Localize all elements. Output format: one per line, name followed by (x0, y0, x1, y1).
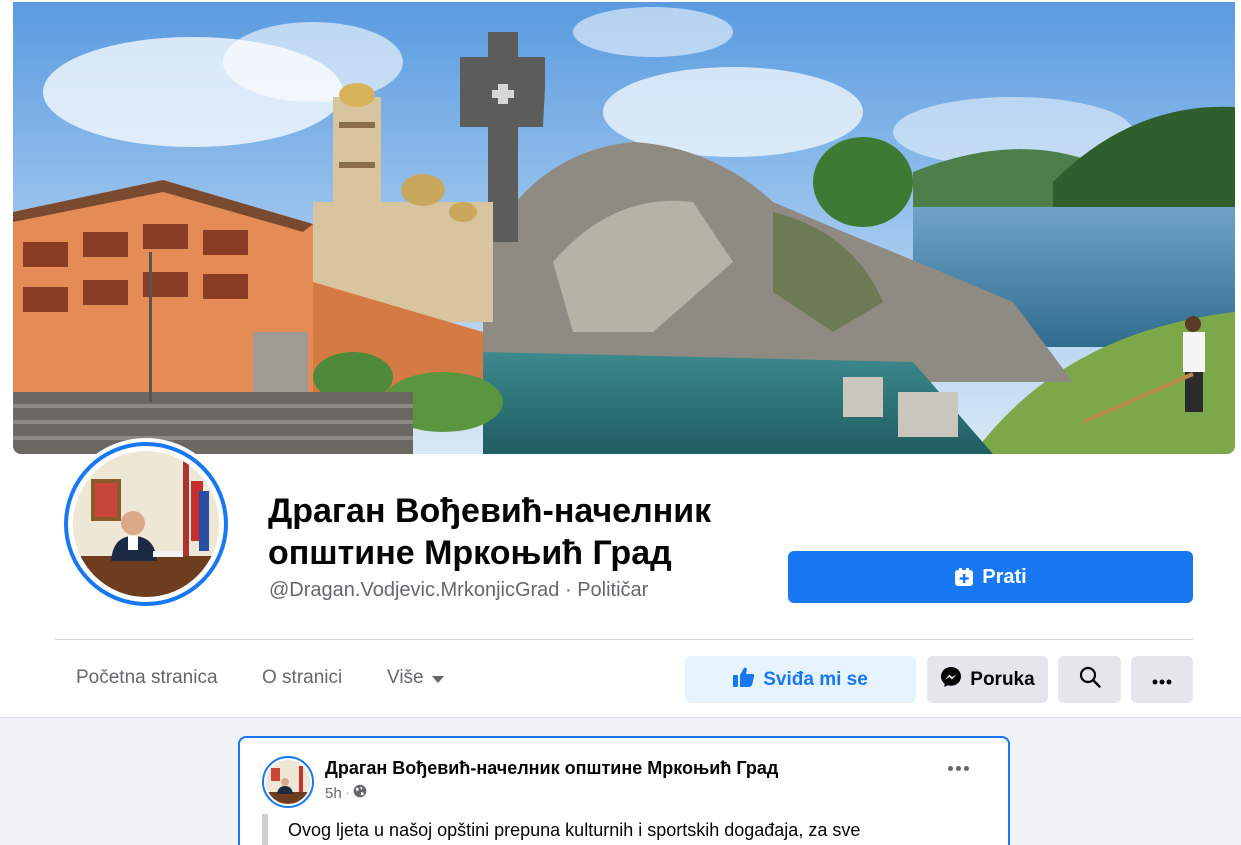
messenger-icon (940, 666, 962, 694)
post-options-dot (948, 766, 953, 771)
subtitle-separator: · (559, 579, 578, 601)
tab-more[interactable]: Više (387, 667, 444, 689)
post-meta: 5h · (325, 784, 367, 802)
like-button[interactable]: Sviđa mi se (685, 656, 916, 703)
post-time[interactable]: 5h (325, 785, 342, 802)
thumbs-up-icon (733, 667, 755, 693)
page-title: Драган Вођевић-начелник општине Мркоњић … (268, 492, 712, 572)
post-quote-bar (262, 814, 268, 845)
search-icon (1079, 666, 1101, 694)
page-subtitle: @Dragan.Vodjevic.MrkonjicGrad · Političa… (269, 579, 648, 602)
page-category[interactable]: Političar (577, 579, 648, 601)
like-button-label: Sviđa mi se (763, 668, 868, 690)
message-button[interactable]: Poruka (927, 656, 1048, 703)
caret-down-icon (431, 675, 444, 683)
search-button[interactable] (1058, 656, 1121, 703)
post-options-dot (964, 766, 969, 771)
post-options-dot (956, 766, 961, 771)
tab-more-label: Više (387, 667, 424, 688)
follow-plus-icon (954, 567, 974, 587)
more-options-button[interactable] (1131, 656, 1193, 703)
post-options-button[interactable] (948, 766, 969, 771)
post-text: Ovog ljeta u našoj opštini prepuna kultu… (288, 820, 861, 840)
follow-button[interactable]: Prati (788, 551, 1193, 603)
tab-about[interactable]: O stranici (262, 667, 342, 689)
page-handle: @Dragan.Vodjevic.MrkonjicGrad (269, 579, 560, 601)
post-author-avatar[interactable] (262, 756, 314, 808)
meta-separator-dot: · (345, 787, 350, 799)
post-card: Драган Вођевић-начелник општине Мркоњић … (238, 736, 1010, 845)
cover-photo[interactable] (13, 2, 1235, 454)
post-author-name[interactable]: Драган Вођевић-начелник општине Мркоњић … (325, 758, 778, 779)
follow-button-label: Prati (982, 565, 1027, 588)
profile-avatar[interactable] (60, 438, 232, 610)
header-divider (55, 639, 1193, 640)
profile-photo (73, 451, 219, 597)
globe-icon[interactable] (353, 784, 367, 802)
tab-home[interactable]: Početna stranica (76, 667, 218, 689)
message-button-label: Poruka (970, 668, 1035, 690)
more-dots-icon (1152, 669, 1172, 691)
